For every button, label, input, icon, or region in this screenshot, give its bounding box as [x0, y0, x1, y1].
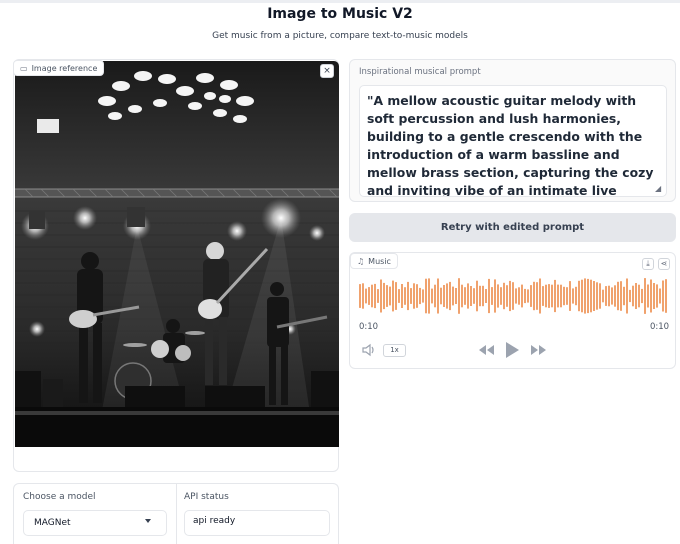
fast-forward-icon[interactable]	[530, 344, 547, 356]
resize-handle-icon[interactable]: ◢	[655, 184, 664, 193]
model-select[interactable]: MAGNet	[23, 510, 167, 536]
download-icon[interactable]: ⤓	[642, 258, 654, 270]
page-subtitle: Get music from a picture, compare text-t…	[212, 31, 468, 41]
page-title: Image to Music V2	[267, 6, 413, 22]
image-icon: ▭	[20, 63, 28, 73]
close-icon[interactable]: ×	[320, 64, 334, 78]
playback-speed-button[interactable]: 1x	[383, 344, 406, 357]
image-reference-panel: ⇪ ◎ ▣	[13, 59, 339, 524]
prompt-label: Inspirational musical prompt	[359, 67, 481, 77]
rewind-icon[interactable]	[478, 344, 495, 356]
panel-divider	[176, 484, 177, 544]
play-icon[interactable]	[505, 341, 520, 359]
share-icon[interactable]: ⋖	[658, 258, 670, 270]
current-time: 0:10	[359, 322, 379, 332]
volume-icon[interactable]	[362, 343, 376, 357]
chevron-down-icon[interactable]	[145, 519, 151, 523]
waveform[interactable]	[358, 276, 668, 316]
prompt-textarea[interactable]: "A mellow acoustic guitar melody with so…	[359, 85, 667, 197]
music-icon: ♫	[357, 256, 365, 266]
retry-button[interactable]: Retry with edited prompt	[349, 213, 676, 242]
music-label: ♫ Music	[350, 253, 398, 269]
music-label-text: Music	[368, 256, 391, 266]
image-reference-label-text: Image reference	[31, 63, 98, 73]
duration: 0:10	[650, 322, 670, 332]
image-preview[interactable]	[15, 61, 339, 447]
api-status-field[interactable]: api ready	[184, 510, 330, 536]
api-status-label: API status	[184, 492, 229, 502]
image-reference-label: ▭ Image reference	[13, 60, 105, 76]
top-bar	[0, 0, 680, 3]
model-label: Choose a model	[23, 492, 96, 502]
